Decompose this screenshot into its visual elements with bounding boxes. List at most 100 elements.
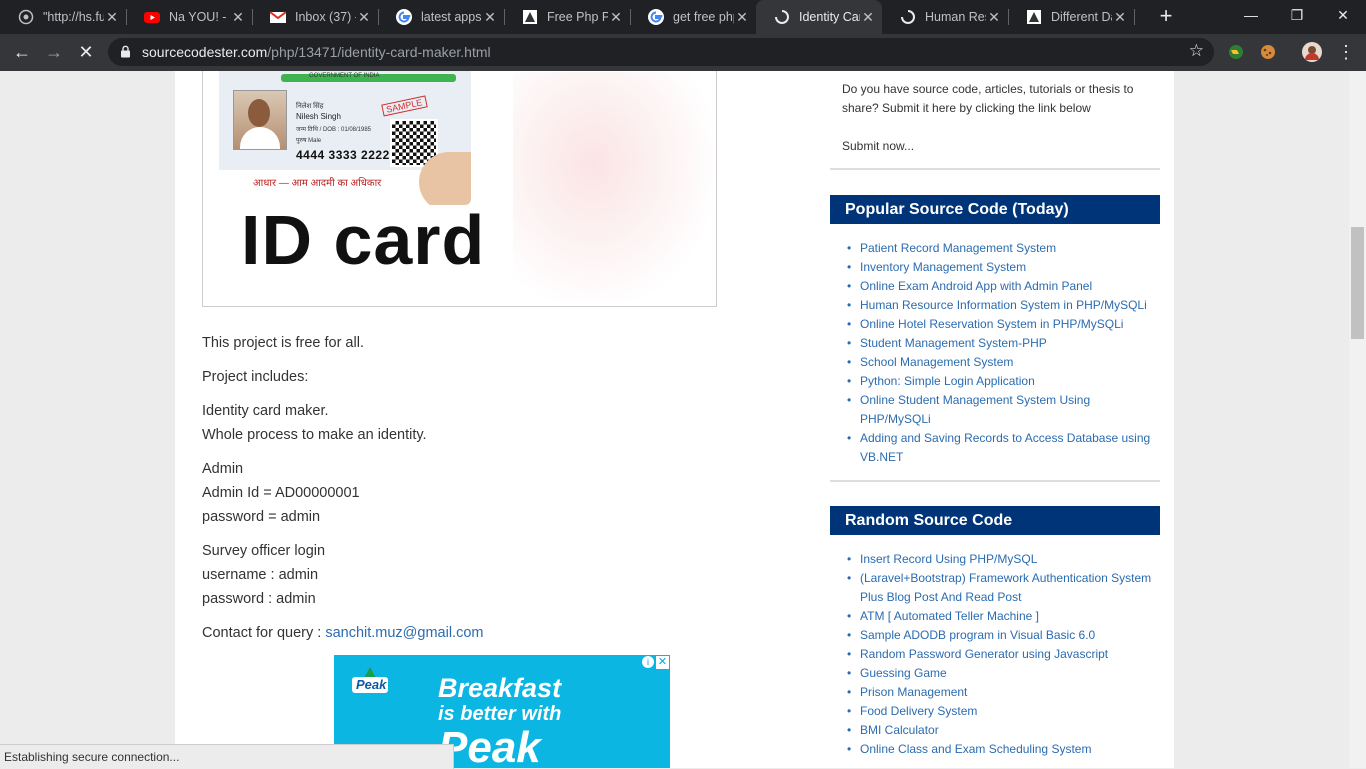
- list-item[interactable]: (Laravel+Bootstrap) Framework Authentica…: [842, 569, 1152, 607]
- list-item[interactable]: Sample ADODB program in Visual Basic 6.0: [842, 626, 1152, 645]
- list-item[interactable]: Patient Record Management System: [842, 239, 1152, 258]
- tab-title: latest apps: [421, 10, 482, 24]
- web-page: GOVERNMENT OF INDIA निलेश सिंह Nilesh Si…: [0, 71, 1349, 768]
- background-decoration: [513, 72, 713, 302]
- close-tab-icon[interactable]: ✕: [230, 9, 246, 26]
- close-window-button[interactable]: ✕: [1320, 0, 1366, 32]
- include-item: Whole process to make an identity.: [202, 427, 427, 443]
- list-item[interactable]: Insert Record Using PHP/MySQL: [842, 550, 1152, 569]
- list-item[interactable]: Online Class and Exam Scheduling System: [842, 740, 1152, 759]
- youtube-icon: [144, 9, 160, 25]
- scrollbar-thumb[interactable]: [1351, 227, 1364, 339]
- list-item[interactable]: ATM [ Automated Teller Machine ]: [842, 607, 1152, 626]
- back-button[interactable]: ←: [8, 38, 36, 66]
- submit-now-link[interactable]: Submit now...: [842, 137, 914, 156]
- card-photo: [233, 90, 287, 150]
- close-tab-icon[interactable]: ✕: [356, 9, 372, 26]
- list-item[interactable]: Human Resource Information System in PHP…: [842, 296, 1152, 315]
- free-note: This project is free for all.: [202, 335, 364, 351]
- ad-close-icon[interactable]: ✕: [656, 656, 669, 669]
- page-content: GOVERNMENT OF INDIA निलेश सिंह Nilesh Si…: [175, 71, 1174, 768]
- list-item[interactable]: Guessing Game: [842, 664, 1152, 683]
- maximize-button[interactable]: ❐: [1274, 0, 1320, 32]
- tab-title: Na YOU! - L: [169, 10, 230, 24]
- close-tab-icon[interactable]: ✕: [482, 9, 498, 26]
- close-tab-icon[interactable]: ✕: [986, 9, 1002, 26]
- list-item[interactable]: School Management System: [842, 353, 1152, 372]
- popular-list: Patient Record Management SystemInventor…: [842, 239, 1152, 467]
- stop-loading-button[interactable]: ✕: [72, 38, 100, 66]
- globe-icon: [18, 9, 34, 25]
- profile-avatar[interactable]: [1298, 38, 1326, 66]
- contact-label: Contact for query :: [202, 625, 322, 641]
- card-name: Nilesh Singh: [296, 112, 341, 121]
- survey-username: username : admin: [202, 567, 319, 583]
- list-item[interactable]: Adding and Saving Records to Access Data…: [842, 429, 1152, 467]
- list-item[interactable]: Online Hotel Reservation System in PHP/M…: [842, 315, 1152, 334]
- card-dob: जन्म तिथि / DOB : 01/08/1985: [296, 127, 372, 133]
- browser-tab[interactable]: Inbox (37) - ✕: [252, 0, 379, 34]
- close-tab-icon[interactable]: ✕: [734, 9, 750, 26]
- admin-heading: Admin: [202, 461, 244, 477]
- list-item[interactable]: Prison Management: [842, 683, 1152, 702]
- loading-icon: [774, 9, 790, 25]
- browser-tab[interactable]: Identity Car ✕: [756, 0, 882, 34]
- survey-password: password : admin: [202, 591, 316, 607]
- address-bar[interactable]: sourcecodester.com/php/13471/identity-ca…: [108, 38, 1214, 66]
- submit-text: share? Submit it here by clicking the li…: [842, 101, 1091, 115]
- admin-id: Admin Id = AD00000001: [202, 485, 360, 501]
- status-bar: Establishing secure connection...: [0, 744, 454, 769]
- list-item[interactable]: Random Password Generator using Javascri…: [842, 645, 1152, 664]
- list-item[interactable]: Python: Simple Login Application: [842, 372, 1152, 391]
- url-text: sourcecodester.com/php/13471/identity-ca…: [142, 44, 491, 60]
- admin-password: password = admin: [202, 509, 321, 525]
- id-card-image: GOVERNMENT OF INDIA निलेश सिंह Nilesh Si…: [202, 71, 717, 307]
- menu-icon[interactable]: ⋮: [1332, 38, 1360, 66]
- random-heading: Random Source Code: [830, 506, 1160, 535]
- ad-info-icon[interactable]: i: [642, 656, 654, 668]
- random-list: Insert Record Using PHP/MySQL(Laravel+Bo…: [842, 550, 1152, 759]
- list-item[interactable]: BMI Calculator: [842, 721, 1152, 740]
- browser-tab[interactable]: latest apps ✕: [378, 0, 505, 34]
- close-tab-icon[interactable]: ✕: [608, 9, 624, 26]
- bookmark-star-icon[interactable]: ☆: [1189, 41, 1204, 61]
- lock-icon: [120, 45, 131, 63]
- forward-button[interactable]: →: [40, 38, 68, 66]
- browser-tab[interactable]: Na YOU! - L✕: [126, 0, 253, 34]
- list-item[interactable]: Food Delivery System: [842, 702, 1152, 721]
- gmail-icon: [270, 9, 286, 25]
- tab-title: Free Php Pr: [547, 10, 608, 24]
- contact-email-link[interactable]: sanchit.muz@gmail.com: [325, 625, 483, 641]
- survey-heading: Survey officer login: [202, 543, 326, 559]
- google-icon: [396, 9, 412, 25]
- contact-line: Contact for query : sanchit.muz@gmail.co…: [202, 621, 483, 645]
- browser-tab[interactable]: Different Da ✕: [1008, 0, 1135, 34]
- close-tab-icon[interactable]: ✕: [1112, 9, 1128, 26]
- card-slogan: आधार — आम आदमी का अधिकार: [253, 178, 382, 189]
- tab-title: get free php: [673, 10, 734, 24]
- new-tab-button[interactable]: +: [1154, 4, 1178, 28]
- site-icon: [1026, 9, 1042, 25]
- site-icon: [522, 9, 538, 25]
- browser-tab[interactable]: "http://hs.fu ✕: [0, 0, 127, 34]
- scrollbar[interactable]: [1349, 71, 1366, 768]
- list-item[interactable]: Online Exam Android App with Admin Panel: [842, 277, 1152, 296]
- list-item[interactable]: Online Student Management System Using P…: [842, 391, 1152, 429]
- close-tab-icon[interactable]: ✕: [104, 9, 120, 26]
- extension-cookie-icon[interactable]: [1254, 38, 1282, 66]
- extension-globe-icon[interactable]: [1222, 38, 1250, 66]
- list-item[interactable]: Student Management System-PHP: [842, 334, 1152, 353]
- card-name-hindi: निलेश सिंह: [296, 103, 324, 110]
- list-item[interactable]: Inventory Management System: [842, 258, 1152, 277]
- tab-title: Human Res: [925, 10, 986, 24]
- browser-tab[interactable]: Human Res ✕: [882, 0, 1009, 34]
- sample-stamp: SAMPLE: [381, 95, 428, 117]
- submit-text: Do you have source code, articles, tutor…: [842, 82, 1134, 96]
- popular-heading: Popular Source Code (Today): [830, 195, 1160, 224]
- tab-title: Inbox (37) -: [295, 10, 356, 24]
- browser-tab[interactable]: Free Php Pr ✕: [504, 0, 631, 34]
- minimize-button[interactable]: —: [1228, 0, 1274, 32]
- include-item: Identity card maker.: [202, 403, 329, 419]
- browser-tab[interactable]: get free php ✕: [630, 0, 757, 34]
- close-tab-icon[interactable]: ✕: [860, 9, 876, 26]
